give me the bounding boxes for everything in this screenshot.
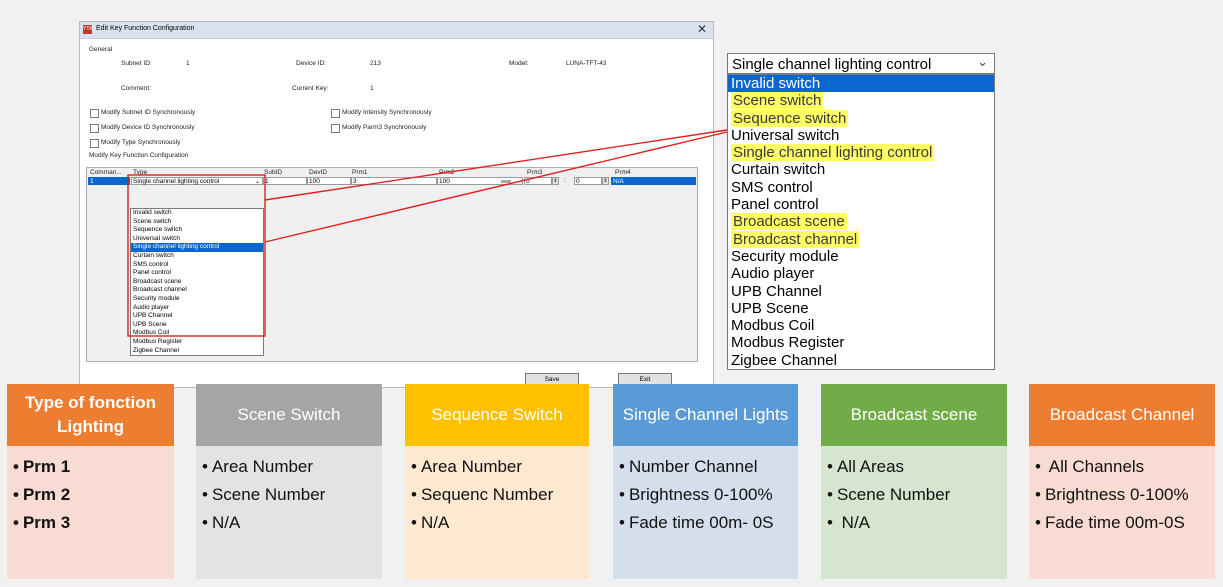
callout-line-bottom [264,131,728,243]
card-title: Sequence Switch [405,384,589,446]
zoomed-option-label: Modbus Coil [731,317,815,335]
card-body: Area Number Sequenc Number N/A [405,446,589,579]
card-bullet-text: N/A [836,513,871,532]
card-bullet: Brightness 0-100% [619,484,792,506]
zoomed-option-label: Modbus Register [731,334,845,352]
card-body: Number Channel Brightness 0-100% Fade time… [613,446,798,579]
card-bullet: N/A [827,512,1001,534]
zoomed-option[interactable]: SMS control [728,179,994,196]
zoomed-option-label: Audio player [731,265,815,283]
card-bullet: Area Number [411,456,583,478]
zoomed-option[interactable]: Zigbee Channel [728,352,994,369]
card-bullet-text: Number Channel [628,457,758,476]
card-bullet: Scene Number [202,484,376,506]
card-bullet: Number Channel [619,456,792,478]
card-bullet: Scene Number [827,484,1001,506]
card-body: Prm 1 Prm 2 Prm 3 [7,446,174,579]
card-bullet-text: Sequenc Number [420,485,554,504]
card-bullet-text: N/A [211,513,241,532]
zoomed-option-label: Zigbee Channel [731,351,837,369]
zoomed-option[interactable]: Broadcast scene [728,213,994,231]
card-bullet: Fade time 00m-0S [1035,512,1209,534]
zoomed-option-label: Curtain switch [731,161,826,179]
zoomed-option[interactable]: Single channel lighting control [728,144,994,162]
zoomed-option[interactable]: Audio player [728,265,994,282]
card-bullet-text: Brightness 0-100% [628,485,773,504]
zoomed-option[interactable]: Panel control [728,196,994,213]
card-body: Area Number Scene Number N/A [196,446,382,579]
card-bullet: N/A [202,512,376,534]
zoomed-option[interactable]: Modbus Register [728,334,994,351]
card-bullet: All Areas [827,456,1001,478]
card-bullet: N/A [411,512,583,534]
card-bullet-text: N/A [420,513,450,532]
zoomed-option[interactable]: UPB Channel [728,283,994,300]
zoomed-option-label: Single channel lighting control [731,144,935,162]
zoomed-option-label: UPB Channel [731,282,822,300]
zoomed-option-label: Invalid switch [731,75,821,92]
zoomed-option[interactable]: UPB Scene [728,300,994,317]
card-title: Scene Switch [196,384,382,446]
zoomed-option-label: UPB Scene [731,299,809,317]
card-bullet-text: All Channels [1044,457,1145,476]
card-title: Broadcast scene [821,384,1007,446]
card-bullet: All Channels [1035,456,1209,478]
callout-line-top [264,129,728,201]
card-bullet-text: Scene Number [211,485,326,504]
card-bullet: Sequenc Number [411,484,583,506]
zoomed-option[interactable]: Modbus Coil [728,317,994,334]
card-bullet-text: Fade time 00m-0S [1044,513,1185,532]
card-bullet-text: Area Number [211,457,314,476]
card-bullet: Fade time 00m- 0S [619,512,792,534]
zoomed-option[interactable]: Sequence switch [728,109,994,127]
zoomed-option-label: Universal switch [731,126,840,144]
zoomed-type-select[interactable]: Single channel lighting control ⌄ [727,53,995,74]
card-bullet: Area Number [202,456,376,478]
zoomed-option-label: Panel control [731,196,819,214]
card-bullet-text: Area Number [420,457,523,476]
card-body: All Areas Scene Number N/A [821,446,1007,579]
card-body: All Channels Brightness 0-100% Fade time 0… [1029,446,1215,579]
card-bullet: Prm 3 [13,512,168,534]
card-bullet-text: Prm 1 [22,457,71,476]
dropdown-callout-box [127,174,266,337]
zoomed-option-label: Scene switch [731,92,824,110]
card-bullet-text: Scene Number [836,485,951,504]
zoomed-option-label: Broadcast channel [731,230,860,248]
zoomed-option[interactable]: Universal switch [728,127,994,144]
chevron-down-icon[interactable]: ⌄ [977,54,988,70]
card-bullet: Brightness 0-100% [1035,484,1209,506]
zoomed-option-label: Sequence switch [731,109,849,127]
zoomed-option[interactable]: Scene switch [728,92,994,110]
zoomed-option-label: SMS control [731,178,813,196]
zoomed-option[interactable]: Security module [728,248,994,265]
zoomed-option[interactable]: Invalid switch [728,75,994,93]
card-bullet-text: Prm 2 [22,485,71,504]
zoomed-option[interactable]: Broadcast channel [728,230,994,248]
zoomed-dropdown-list[interactable]: Invalid switch Scene switch Sequence switc… [727,74,995,370]
zoomed-select-value: Single channel lighting control [732,56,932,73]
card-title: Single Channel Lights [613,384,798,446]
zoomed-option-label: Broadcast scene [731,213,847,231]
card-bullet: Prm 1 [13,456,168,478]
card-title: Type of fonction Lighting [7,384,174,446]
card-bullet-text: Fade time 00m- 0S [628,513,774,532]
zoomed-option-label: Security module [731,247,839,265]
card-bullet: Prm 2 [13,484,168,506]
zoomed-option[interactable]: Curtain switch [728,161,994,178]
card-title: Broadcast Channel [1029,384,1215,446]
card-bullet-text: Prm 3 [22,513,71,532]
card-bullet-text: All Areas [836,457,905,476]
card-bullet-text: Brightness 0-100% [1044,485,1189,504]
